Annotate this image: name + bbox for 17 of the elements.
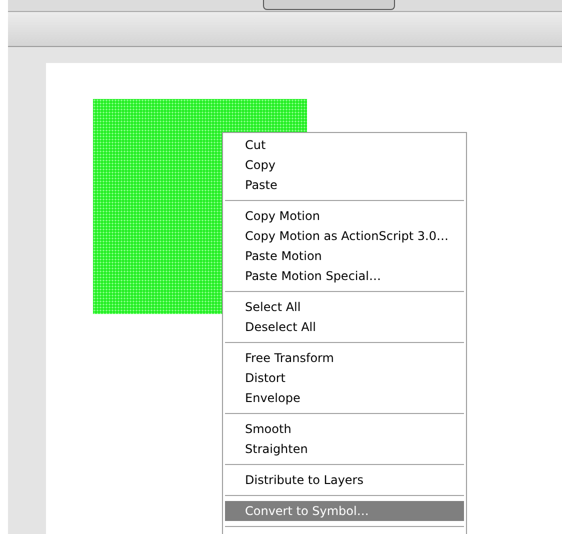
menu-item[interactable]: Copy Motion	[225, 206, 464, 226]
menu-item[interactable]: Convert to Symbol…	[225, 501, 464, 521]
menu-item[interactable]: Select All	[225, 297, 464, 317]
menu-item[interactable]: Deselect All	[225, 317, 464, 337]
menu-item[interactable]: Smooth	[225, 419, 464, 439]
document-tab[interactable]	[263, 0, 395, 10]
menu-item[interactable]: Envelope	[225, 388, 464, 408]
menu-item[interactable]: Distort	[225, 368, 464, 388]
menu-item[interactable]: Copy Motion as ActionScript 3.0…	[225, 226, 464, 246]
menu-item[interactable]: Paste Motion	[225, 246, 464, 266]
menu-item[interactable]: Cut	[225, 135, 464, 155]
menu-item[interactable]: Paste	[225, 175, 464, 195]
menu-item[interactable]: Free Transform	[225, 348, 464, 368]
menu-item[interactable]: Straighten	[225, 439, 464, 459]
menu-item[interactable]: Paste Motion Special…	[225, 266, 464, 286]
menu-item[interactable]: Distribute to Layers	[225, 470, 464, 490]
menu-item[interactable]: Copy	[225, 155, 464, 175]
